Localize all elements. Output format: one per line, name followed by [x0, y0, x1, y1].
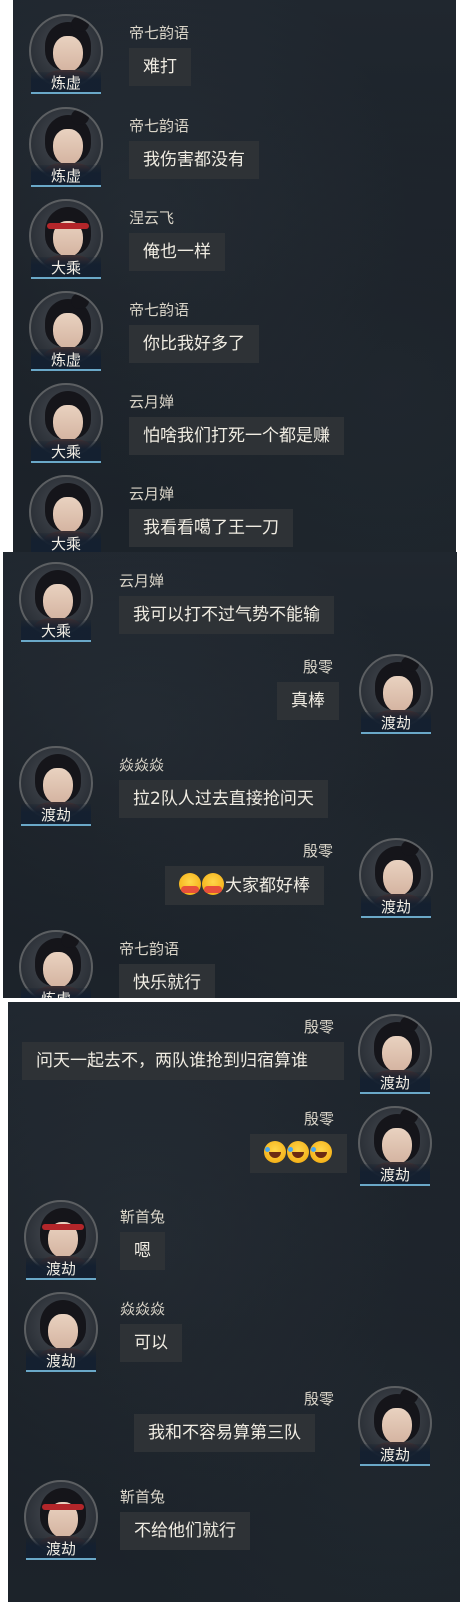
avatar-female-ponytail[interactable]: 渡劫 — [354, 1384, 436, 1466]
rolling-laugh-emoji-icon — [310, 1141, 332, 1163]
sender-name: 焱焱焱 — [119, 756, 165, 774]
rank-badge: 渡劫 — [26, 1258, 96, 1280]
rank-badge: 渡劫 — [26, 1350, 96, 1372]
message-bubble[interactable]: 难打 — [129, 48, 191, 86]
sender-name: 帝七韵语 — [129, 117, 190, 135]
rank-badge: 炼虚 — [31, 349, 101, 371]
sender-name: 帝七韵语 — [129, 301, 190, 319]
avatar-male-headband[interactable]: 渡劫 — [20, 1478, 102, 1560]
rank-badge: 渡劫 — [360, 1444, 430, 1466]
sender-name: 帝七韵语 — [119, 940, 180, 958]
message-bubble[interactable]: 可以 — [120, 1324, 182, 1362]
rank-badge: 炼虚 — [21, 988, 91, 998]
avatar-female-ponytail[interactable]: 炼虚 — [25, 105, 107, 187]
sender-name: 靳首兔 — [120, 1208, 166, 1226]
rolling-laugh-emoji-icon — [264, 1141, 286, 1163]
message-bubble[interactable]: 俺也一样 — [129, 233, 225, 271]
message-bubble[interactable]: 我和不容易算第三队 — [134, 1414, 315, 1452]
sender-name: 云月婵 — [129, 393, 175, 411]
rank-badge: 渡劫 — [360, 1072, 430, 1094]
sender-name: 焱焱焱 — [120, 1300, 166, 1318]
message-bubble[interactable]: 我伤害都没有 — [129, 141, 259, 179]
sender-name: 殷零 — [303, 658, 334, 676]
rank-badge: 渡劫 — [361, 896, 431, 918]
avatar-female-ponytail[interactable]: 炼虚 — [25, 12, 107, 94]
avatar-female-ponytail[interactable]: 炼虚 — [15, 928, 97, 998]
avatar-female-long-hair[interactable]: 大乘 — [25, 473, 107, 552]
avatar-female-ponytail[interactable]: 渡劫 — [354, 1012, 436, 1094]
message-bubble[interactable]: 怕啥我们打死一个都是赚 — [129, 417, 344, 455]
message-bubble[interactable]: 真棒 — [277, 682, 339, 720]
sender-name: 殷零 — [304, 1110, 335, 1128]
message-bubble[interactable]: 不给他们就行 — [120, 1512, 250, 1550]
message-bubble[interactable]: 问天一起去不，两队谁抢到归宿算谁 — [22, 1042, 344, 1080]
sender-name: 殷零 — [304, 1018, 335, 1036]
message-bubble[interactable]: 我看看噶了王一刀 — [129, 509, 293, 547]
sender-name: 云月婵 — [129, 485, 175, 503]
message-bubble[interactable]: 你比我好多了 — [129, 325, 259, 363]
sender-name: 云月婵 — [119, 572, 165, 590]
message-bubble[interactable]: 拉2队人过去直接抢问天 — [119, 780, 328, 818]
message-bubble[interactable]: 嗯 — [120, 1232, 165, 1270]
avatar-male-headband[interactable]: 大乘 — [25, 197, 107, 279]
rank-badge: 渡劫 — [21, 804, 91, 826]
rank-badge: 炼虚 — [31, 72, 101, 94]
rank-badge: 炼虚 — [31, 165, 101, 187]
rolling-laugh-emoji-icon — [287, 1141, 309, 1163]
avatar-female-ponytail[interactable]: 渡劫 — [355, 836, 437, 918]
sender-name: 殷零 — [303, 842, 334, 860]
avatar-female-long-hair[interactable]: 渡劫 — [20, 1290, 102, 1372]
sender-name: 殷零 — [304, 1390, 335, 1408]
avatar-female-ponytail[interactable]: 炼虚 — [25, 289, 107, 371]
avatar-female-long-hair[interactable]: 大乘 — [15, 560, 97, 642]
chat-panel-2[interactable]: 大乘 云月婵 我可以打不过气势不能输 渡劫 殷零 真棒 渡劫 焱焱焱 拉2队人过… — [3, 552, 457, 998]
avatar-female-long-hair[interactable]: 渡劫 — [15, 744, 97, 826]
rank-badge: 渡劫 — [360, 1164, 430, 1186]
rank-badge: 渡劫 — [361, 712, 431, 734]
sender-name: 靳首兔 — [120, 1488, 166, 1506]
rank-badge: 大乘 — [31, 533, 101, 552]
message-bubble[interactable]: 大家都好棒 — [165, 866, 324, 905]
message-bubble[interactable]: 快乐就行 — [119, 964, 215, 998]
avatar-female-long-hair[interactable]: 大乘 — [25, 381, 107, 463]
sender-name: 涅云飞 — [129, 209, 175, 227]
smiling-hug-emoji-icon — [179, 873, 201, 895]
chat-panel-3[interactable]: 渡劫 殷零 问天一起去不，两队谁抢到归宿算谁 渡劫 殷零 渡劫 靳首兔 嗯 渡劫… — [8, 1002, 460, 1602]
rank-badge: 渡劫 — [26, 1538, 96, 1560]
sender-name: 帝七韵语 — [129, 24, 190, 42]
message-bubble[interactable] — [250, 1134, 347, 1173]
rank-badge: 大乘 — [21, 620, 91, 642]
rank-badge: 大乘 — [31, 257, 101, 279]
avatar-male-headband[interactable]: 渡劫 — [20, 1198, 102, 1280]
smiling-hug-emoji-icon — [202, 873, 224, 895]
rank-badge: 大乘 — [31, 441, 101, 463]
message-text: 大家都好棒 — [225, 876, 310, 896]
chat-panel-1[interactable]: 炼虚 帝七韵语 难打 炼虚 帝七韵语 我伤害都没有 大乘 涅云飞 俺也一样 炼虚… — [13, 0, 456, 552]
message-bubble[interactable]: 我可以打不过气势不能输 — [119, 596, 334, 634]
avatar-female-ponytail[interactable]: 渡劫 — [355, 652, 437, 734]
avatar-female-ponytail[interactable]: 渡劫 — [354, 1104, 436, 1186]
